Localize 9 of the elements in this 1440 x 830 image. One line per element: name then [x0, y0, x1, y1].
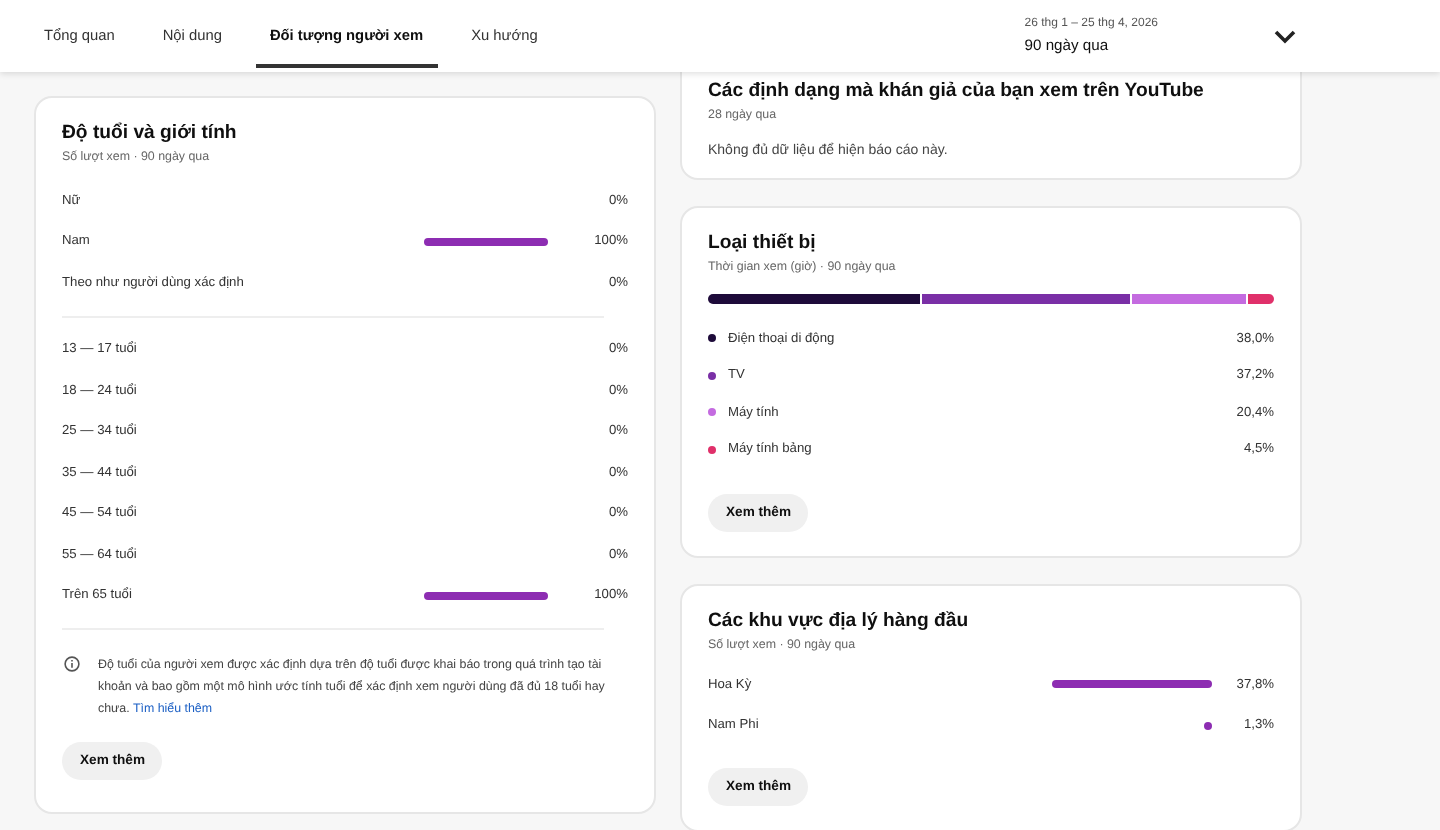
card-title: Độ tuổi và giới tính — [62, 122, 239, 144]
chevron-down-icon — [1274, 29, 1296, 43]
bar-fill — [1204, 721, 1212, 730]
info-icon — [64, 656, 80, 672]
card-title: Loại thiết bị — [708, 232, 818, 254]
card-title: Các định dạng mà khán giả của bạn xem trên YouTube — [708, 80, 1206, 102]
card-title: Các khu vực địa lý hàng đầu — [708, 610, 971, 632]
bar-fill — [424, 237, 548, 246]
bar-fill — [424, 591, 548, 600]
